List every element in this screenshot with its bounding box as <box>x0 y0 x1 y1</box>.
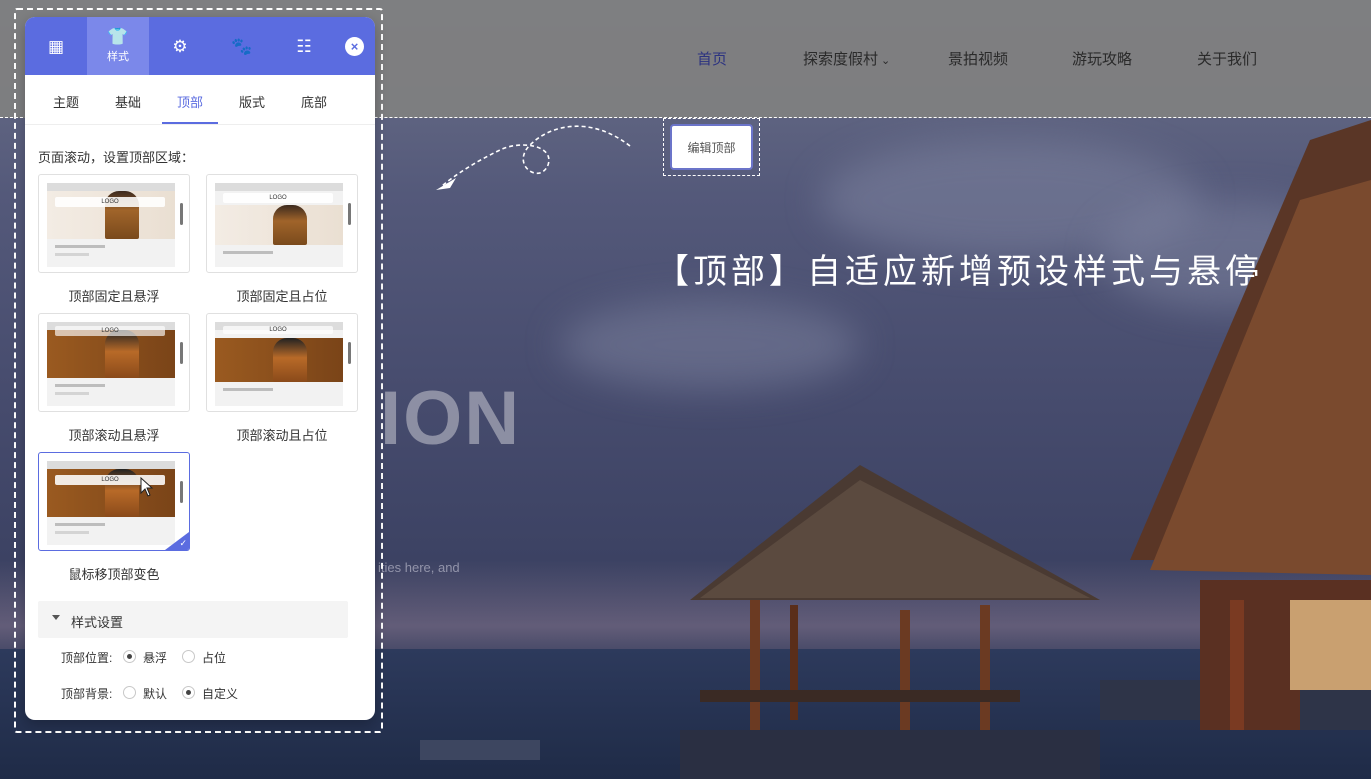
panel-tab-pages[interactable]: ☷ <box>273 17 335 75</box>
style-settings-label: 样式设置 <box>71 615 124 630</box>
panel-subtabs: 主题 基础 顶部 版式 底部 <box>25 75 375 125</box>
caret-down-icon <box>52 615 60 620</box>
radio-occupy[interactable] <box>182 650 195 663</box>
panel-tab-style-label: 样式 <box>107 51 129 63</box>
preset-thumbnail: LOGO <box>215 322 351 406</box>
panel-header: ▦ 👕 样式 ⚙ 🐾 ☷ × <box>25 17 375 75</box>
preset-thumbnail: LOGO <box>47 461 183 545</box>
panel-tab-modules[interactable]: ▦ <box>25 17 87 75</box>
nav-item-explore-resorts[interactable]: 探索度假村 ⌄ <box>803 48 890 69</box>
edit-top-button[interactable]: 编辑顶部 <box>670 124 753 170</box>
style-panel: ▦ 👕 样式 ⚙ 🐾 ☷ × 主题 基础 顶部 版式 底部 页面滚动，设置顶部区… <box>25 17 375 720</box>
preset-thumbnail: LOGO <box>47 183 183 267</box>
radio-float-label: 悬浮 <box>143 651 168 665</box>
header-background-label: 顶部背景: <box>61 687 113 701</box>
radio-default-label: 默认 <box>143 687 168 701</box>
tab-basic[interactable]: 基础 <box>115 92 141 111</box>
radio-default[interactable] <box>123 686 136 699</box>
headline: 【顶部】自适应新增预设样式与悬停 <box>655 252 1263 292</box>
panel-tab-plugins[interactable]: 🐾 <box>211 17 273 75</box>
thumb-logo: LOGO <box>55 326 165 336</box>
checkmark-icon: ✓ <box>179 538 187 548</box>
edit-top-outline: 编辑顶部 <box>663 118 760 176</box>
nav-item-about[interactable]: 关于我们 <box>1197 48 1257 69</box>
tab-theme[interactable]: 主题 <box>53 92 79 111</box>
preset-card-scroll-occupy[interactable]: LOGO <box>206 313 358 412</box>
mouse-cursor-icon <box>140 477 154 497</box>
tab-header[interactable]: 顶部 <box>177 92 203 111</box>
nav-item-guides[interactable]: 游玩攻略 <box>1072 48 1132 69</box>
preset-thumbnail: LOGO <box>215 183 351 267</box>
nav-item-label: 探索度假村 <box>803 51 879 68</box>
panel-tab-style[interactable]: 👕 样式 <box>87 17 149 75</box>
radio-float[interactable] <box>123 650 136 663</box>
thumb-logo: LOGO <box>223 193 333 203</box>
style-settings-header[interactable]: 样式设置 <box>38 601 348 638</box>
preset-card-fixed-float[interactable]: LOGO <box>38 174 190 273</box>
tab-layout[interactable]: 版式 <box>239 92 265 111</box>
preset-caption: 顶部滚动且占位 <box>236 428 328 443</box>
curved-arrow-icon <box>436 125 631 190</box>
preset-card-fixed-occupy[interactable]: LOGO <box>206 174 358 273</box>
paw-icon: 🐾 <box>231 36 253 56</box>
list-icon: ☷ <box>296 36 312 56</box>
gear-icon: ⚙ <box>172 36 188 56</box>
preset-caption: 鼠标移顶部变色 <box>68 567 160 582</box>
hero-subtext: ities here, and <box>378 560 460 575</box>
nav-item-home[interactable]: 首页 <box>697 48 727 69</box>
thumb-logo: LOGO <box>223 326 333 334</box>
close-icon[interactable]: × <box>345 37 364 56</box>
shirt-icon: 👕 <box>107 27 129 46</box>
hero-big-word: ION <box>380 376 522 461</box>
radio-custom[interactable] <box>182 686 195 699</box>
preset-thumbnail: LOGO <box>47 322 183 406</box>
nav-item-videos[interactable]: 景拍视频 <box>948 48 1008 69</box>
chevron-down-icon: ⌄ <box>881 55 891 67</box>
active-tab-indicator <box>162 122 218 124</box>
preset-card-hover-color[interactable]: LOGO ✓ <box>38 452 190 551</box>
thumb-logo: LOGO <box>55 197 165 207</box>
radio-occupy-label: 占位 <box>202 651 227 665</box>
preset-caption: 顶部固定且悬浮 <box>68 289 160 304</box>
preset-caption: 顶部滚动且悬浮 <box>68 428 160 443</box>
section-label: 页面滚动，设置顶部区域： <box>38 150 195 165</box>
panel-tab-settings[interactable]: ⚙ <box>149 17 211 75</box>
grid-icon: ▦ <box>47 36 65 56</box>
radio-custom-label: 自定义 <box>202 687 239 701</box>
preset-card-scroll-float[interactable]: LOGO <box>38 313 190 412</box>
tab-footer[interactable]: 底部 <box>301 92 327 111</box>
header-position-label: 顶部位置: <box>61 651 113 665</box>
preset-caption: 顶部固定且占位 <box>236 289 328 304</box>
